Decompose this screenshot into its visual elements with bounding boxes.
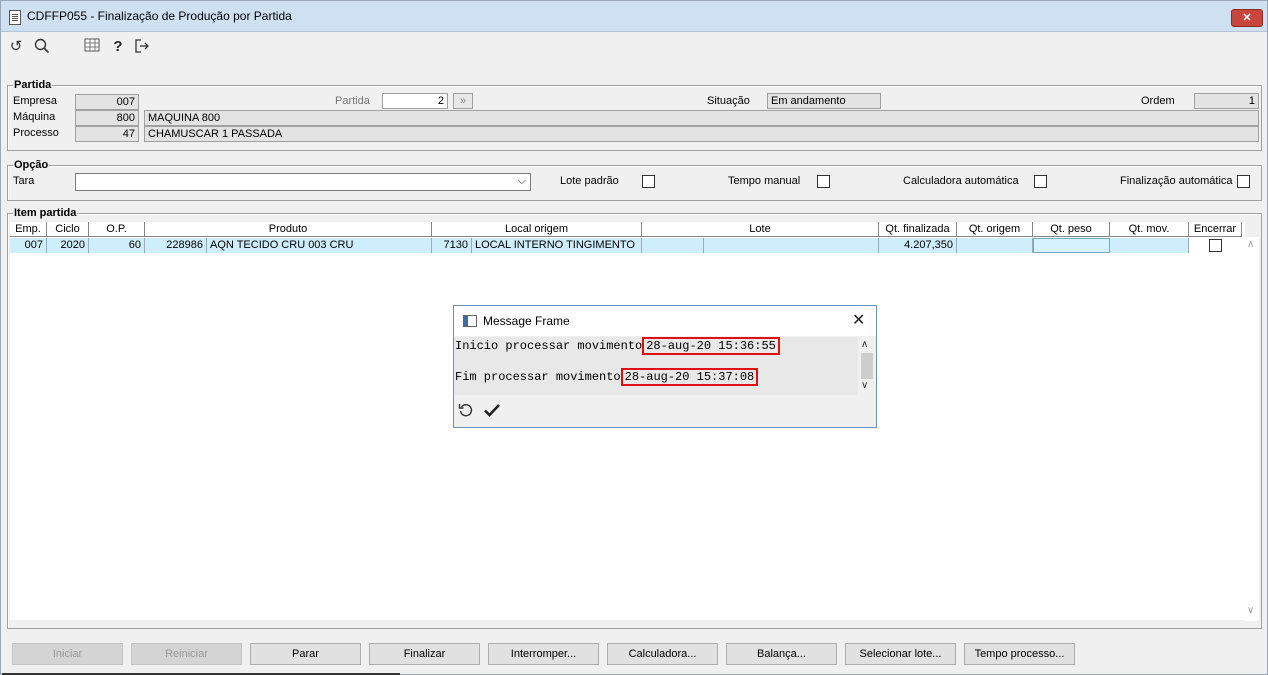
tara-label: Tara bbox=[13, 175, 35, 187]
finalizacao-automatica-label: Finalização automática bbox=[1120, 175, 1233, 187]
processo-desc-field[interactable]: CHAMUSCAR 1 PASSADA bbox=[144, 126, 1259, 142]
window-title: CDFFP055 - Finalização de Produção por P… bbox=[27, 9, 292, 23]
button-bar: Iniciar Reiniciar Parar Finalizar Interr… bbox=[1, 635, 1267, 673]
encerrar-checkbox[interactable] bbox=[1209, 239, 1222, 252]
cell-emp[interactable]: 007 bbox=[10, 238, 47, 253]
document-icon bbox=[9, 10, 21, 25]
col-local-origem[interactable]: Local origem bbox=[432, 222, 642, 237]
table-scrollbar[interactable]: ∧ ∨ bbox=[1245, 237, 1259, 621]
dialog-scrollbar[interactable]: ∧ ∨ bbox=[858, 337, 874, 395]
maquina-label: Máquina bbox=[13, 111, 56, 123]
cell-local-code[interactable]: 7130 bbox=[432, 238, 472, 253]
ordem-field[interactable]: 1 bbox=[1194, 93, 1259, 109]
col-op[interactable]: O.P. bbox=[89, 222, 145, 237]
partida-lookup-button[interactable]: » bbox=[453, 93, 473, 109]
col-encerrar[interactable]: Encerrar bbox=[1189, 222, 1242, 237]
end-label: Fim processar movimento bbox=[455, 370, 621, 384]
maquina-desc-field[interactable]: MAQUINA 800 bbox=[144, 110, 1259, 126]
col-qt-origem[interactable]: Qt. origem bbox=[957, 222, 1033, 237]
situacao-field[interactable]: Em andamento bbox=[767, 93, 881, 109]
tempo-manual-checkbox[interactable] bbox=[817, 175, 830, 188]
cell-encerrar bbox=[1189, 238, 1241, 253]
chevron-down-icon: ⌵ bbox=[517, 175, 526, 187]
situacao-label: Situação bbox=[707, 95, 750, 107]
parar-button[interactable]: Parar bbox=[250, 643, 361, 665]
scroll-up-icon[interactable]: ∧ bbox=[861, 339, 868, 350]
search-icon[interactable] bbox=[33, 38, 51, 56]
finalizar-button[interactable]: Finalizar bbox=[369, 643, 480, 665]
col-qt-mov[interactable]: Qt. mov. bbox=[1110, 222, 1189, 237]
partida-group-label: Partida bbox=[13, 79, 53, 91]
tempo-processo-button[interactable]: Tempo processo... bbox=[964, 643, 1075, 665]
cell-qt-peso[interactable] bbox=[1033, 238, 1110, 253]
ordem-label: Ordem bbox=[1141, 95, 1175, 107]
message-dialog: Message Frame ✕ Inicio processar movimen… bbox=[453, 305, 877, 428]
scroll-up-icon[interactable]: ∧ bbox=[1247, 239, 1254, 250]
dialog-title-bar: Message Frame ✕ bbox=[454, 306, 876, 336]
toolbar: ↺ ? bbox=[1, 32, 1267, 62]
empresa-field[interactable]: 007 bbox=[75, 94, 139, 110]
balanca-button[interactable]: Balança... bbox=[726, 643, 837, 665]
close-button[interactable]: ✕ bbox=[1231, 9, 1263, 27]
col-lote[interactable]: Lote bbox=[642, 222, 879, 237]
processo-code-field[interactable]: 47 bbox=[75, 126, 139, 142]
cell-local-desc[interactable]: LOCAL INTERNO TINGIMENTO bbox=[472, 238, 642, 253]
partida-field[interactable]: 2 bbox=[382, 93, 448, 109]
exit-icon[interactable] bbox=[133, 38, 151, 56]
cell-qt-origem[interactable] bbox=[957, 238, 1033, 253]
item-partida-group-label: Item partida bbox=[13, 207, 78, 219]
grid-icon[interactable] bbox=[83, 38, 101, 56]
cell-produto-desc[interactable]: AQN TECIDO CRU 003 CRU bbox=[207, 238, 432, 253]
scroll-thumb[interactable] bbox=[861, 353, 873, 379]
help-icon[interactable]: ? bbox=[109, 38, 127, 56]
message-line-end: Fim processar movimento 28-aug-20 15:37:0… bbox=[455, 368, 759, 386]
cell-lote-b[interactable] bbox=[704, 238, 879, 253]
refresh-icon[interactable]: ↺ bbox=[7, 38, 25, 56]
finalizacao-automatica-checkbox[interactable] bbox=[1237, 175, 1250, 188]
scroll-down-icon[interactable]: ∨ bbox=[1247, 605, 1254, 616]
cell-qt-mov[interactable] bbox=[1110, 238, 1189, 253]
col-emp[interactable]: Emp. bbox=[10, 222, 47, 237]
dialog-title: Message Frame bbox=[483, 314, 570, 328]
iniciar-button[interactable]: Iniciar bbox=[12, 643, 123, 665]
cell-lote-a[interactable] bbox=[642, 238, 704, 253]
lote-padrao-checkbox[interactable] bbox=[642, 175, 655, 188]
col-qt-finalizada[interactable]: Qt. finalizada bbox=[879, 222, 957, 237]
dialog-footer bbox=[454, 396, 876, 426]
cell-ciclo[interactable]: 2020 bbox=[47, 238, 89, 253]
lote-padrao-label: Lote padrão bbox=[560, 175, 619, 187]
col-produto[interactable]: Produto bbox=[145, 222, 432, 237]
title-bar: CDFFP055 - Finalização de Produção por P… bbox=[1, 1, 1267, 32]
empresa-label: Empresa bbox=[13, 95, 58, 107]
calculadora-button[interactable]: Calculadora... bbox=[607, 643, 718, 665]
partida-label: Partida bbox=[335, 95, 370, 107]
cell-produto-code[interactable]: 228986 bbox=[145, 238, 207, 253]
end-timestamp: 28-aug-20 15:37:08 bbox=[620, 368, 759, 386]
scroll-down-icon[interactable]: ∨ bbox=[861, 380, 868, 391]
maquina-code-field[interactable]: 800 bbox=[75, 110, 139, 126]
cell-op[interactable]: 60 bbox=[89, 238, 145, 253]
selecionar-lote-button[interactable]: Selecionar lote... bbox=[845, 643, 956, 665]
processo-label: Processo bbox=[13, 127, 59, 139]
col-qt-peso[interactable]: Qt. peso bbox=[1033, 222, 1110, 237]
calculadora-automatica-checkbox[interactable] bbox=[1034, 175, 1047, 188]
window-icon bbox=[463, 315, 477, 327]
start-timestamp: 28-aug-20 15:36:55 bbox=[642, 337, 780, 355]
tara-select[interactable]: ⌵ bbox=[75, 173, 531, 191]
refresh-icon[interactable] bbox=[458, 402, 474, 421]
checkmark-icon[interactable] bbox=[483, 402, 501, 421]
col-ciclo[interactable]: Ciclo bbox=[47, 222, 89, 237]
cell-qt-finalizada[interactable]: 4.207,350 bbox=[879, 238, 957, 253]
start-label: Inicio processar movimento bbox=[455, 339, 643, 353]
close-icon[interactable]: ✕ bbox=[852, 310, 865, 330]
message-line-start: Inicio processar movimento 28-aug-20 15:3… bbox=[455, 337, 780, 355]
interromper-button[interactable]: Interromper... bbox=[488, 643, 599, 665]
dialog-message-area[interactable]: Inicio processar movimento 28-aug-20 15:3… bbox=[454, 337, 858, 395]
tempo-manual-label: Tempo manual bbox=[728, 175, 801, 187]
reiniciar-button[interactable]: Reiniciar bbox=[131, 643, 242, 665]
opcao-group-label: Opção bbox=[13, 159, 50, 171]
calculadora-automatica-label: Calculadora automática bbox=[903, 175, 1019, 187]
